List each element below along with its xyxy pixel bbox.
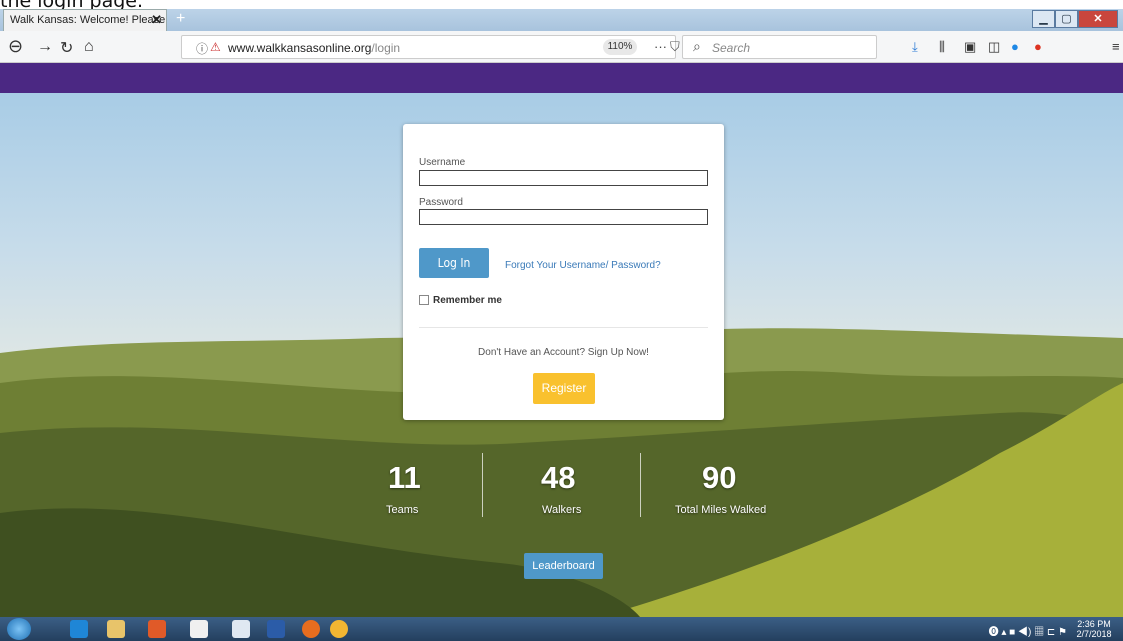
clock[interactable]: 2:36 PM 2/7/2018	[1071, 619, 1117, 639]
screenshot: the login page. Walk Kansas: Welcome! Pl…	[0, 0, 1123, 641]
stat-divider	[482, 453, 483, 517]
explorer-icon[interactable]	[107, 620, 125, 638]
new-tab-icon[interactable]: +	[176, 10, 185, 28]
username-input[interactable]	[419, 170, 708, 186]
extension-icon[interactable]: ▣	[964, 39, 976, 55]
browser-navbar: ⊖ → ↻ ⌂ ⓘ ⚠ www.walkkansasonline.org/log…	[0, 31, 1123, 63]
teams-label: Teams	[386, 504, 419, 516]
login-card: Username Password Log In Forgot Your Use…	[403, 124, 724, 420]
card-divider	[419, 327, 708, 328]
firefox-icon[interactable]	[302, 620, 320, 638]
site-info-icon[interactable]: ⓘ	[196, 40, 208, 57]
account-icon[interactable]: ●	[1011, 39, 1019, 54]
media-player-icon[interactable]	[148, 620, 166, 638]
remember-me-checkbox[interactable]	[419, 295, 429, 305]
login-button[interactable]: Log In	[419, 248, 489, 278]
password-input[interactable]	[419, 209, 708, 225]
leaderboard-button[interactable]: Leaderboard	[524, 553, 603, 579]
password-label: Password	[419, 197, 463, 208]
remember-me-label[interactable]: Remember me	[433, 295, 502, 306]
clock-time: 2:36 PM	[1077, 619, 1111, 629]
page-actions-icon[interactable]: ···	[654, 39, 667, 54]
site-header-band	[0, 63, 1123, 93]
search-bar[interactable]: ⌕ Search	[682, 35, 877, 59]
pinterest-icon[interactable]: ●	[1034, 39, 1042, 54]
window-app-icon[interactable]	[232, 620, 250, 638]
reload-icon[interactable]: ↻	[60, 38, 73, 58]
stat-divider	[640, 453, 641, 517]
teams-count: 11	[388, 460, 421, 495]
register-button[interactable]: Register	[533, 373, 595, 404]
close-window-button[interactable]: ✕	[1078, 10, 1118, 28]
pocket-icon[interactable]: ⛉	[670, 39, 680, 55]
minimize-button[interactable]: ▁	[1032, 10, 1055, 28]
search-placeholder: Search	[712, 41, 751, 55]
maximize-button[interactable]: ▢	[1055, 10, 1078, 28]
miles-count: 90	[702, 460, 737, 495]
walkers-label: Walkers	[542, 504, 582, 516]
start-button[interactable]	[7, 618, 31, 640]
zoom-level[interactable]: 110%	[603, 39, 637, 55]
forward-icon[interactable]: →	[37, 38, 53, 56]
username-label: Username	[419, 157, 466, 168]
word-icon[interactable]	[267, 620, 285, 638]
back-icon[interactable]: ⊖	[8, 36, 23, 57]
chrome-icon[interactable]	[330, 620, 348, 638]
browser-tab[interactable]: Walk Kansas: Welcome! Please log ✕	[3, 9, 167, 31]
windows-taskbar: ⓿ ▴ ■ ◀) ▦ ⊏ ⚑ 2:36 PM 2/7/2018	[0, 617, 1123, 641]
search-icon: ⌕	[693, 38, 701, 54]
home-icon[interactable]: ⌂	[84, 38, 94, 56]
clock-date: 2/7/2018	[1076, 629, 1112, 639]
window-controls: ▁ ▢ ✕	[1032, 10, 1118, 28]
ie-icon[interactable]	[70, 620, 88, 638]
document-icon[interactable]	[190, 620, 208, 638]
sidebar-icon[interactable]: ◫	[988, 39, 1000, 55]
forgot-password-link[interactable]: Forgot Your Username/ Password?	[505, 260, 661, 271]
library-icon[interactable]: ⫼	[939, 39, 945, 55]
downloads-icon[interactable]: ⤓	[912, 39, 918, 55]
insecure-lock-icon: ⚠	[210, 40, 221, 54]
browser-titlebar: Walk Kansas: Welcome! Please log ✕ + ▁ ▢…	[0, 9, 1123, 31]
tab-close-icon[interactable]: ✕	[151, 12, 162, 28]
tab-title: Walk Kansas: Welcome! Please log	[10, 14, 167, 26]
miles-label: Total Miles Walked	[675, 504, 767, 516]
signup-prompt: Don't Have an Account? Sign Up Now!	[478, 347, 649, 358]
walkers-count: 48	[541, 460, 576, 495]
url-text: www.walkkansasonline.org/login	[228, 41, 401, 55]
system-tray-icons[interactable]: ⓿ ▴ ■ ◀) ▦ ⊏ ⚑	[989, 623, 1067, 638]
menu-icon[interactable]: ≡	[1112, 39, 1120, 54]
url-bar[interactable]: ⓘ ⚠ www.walkkansasonline.org/login 110% …	[181, 35, 708, 59]
